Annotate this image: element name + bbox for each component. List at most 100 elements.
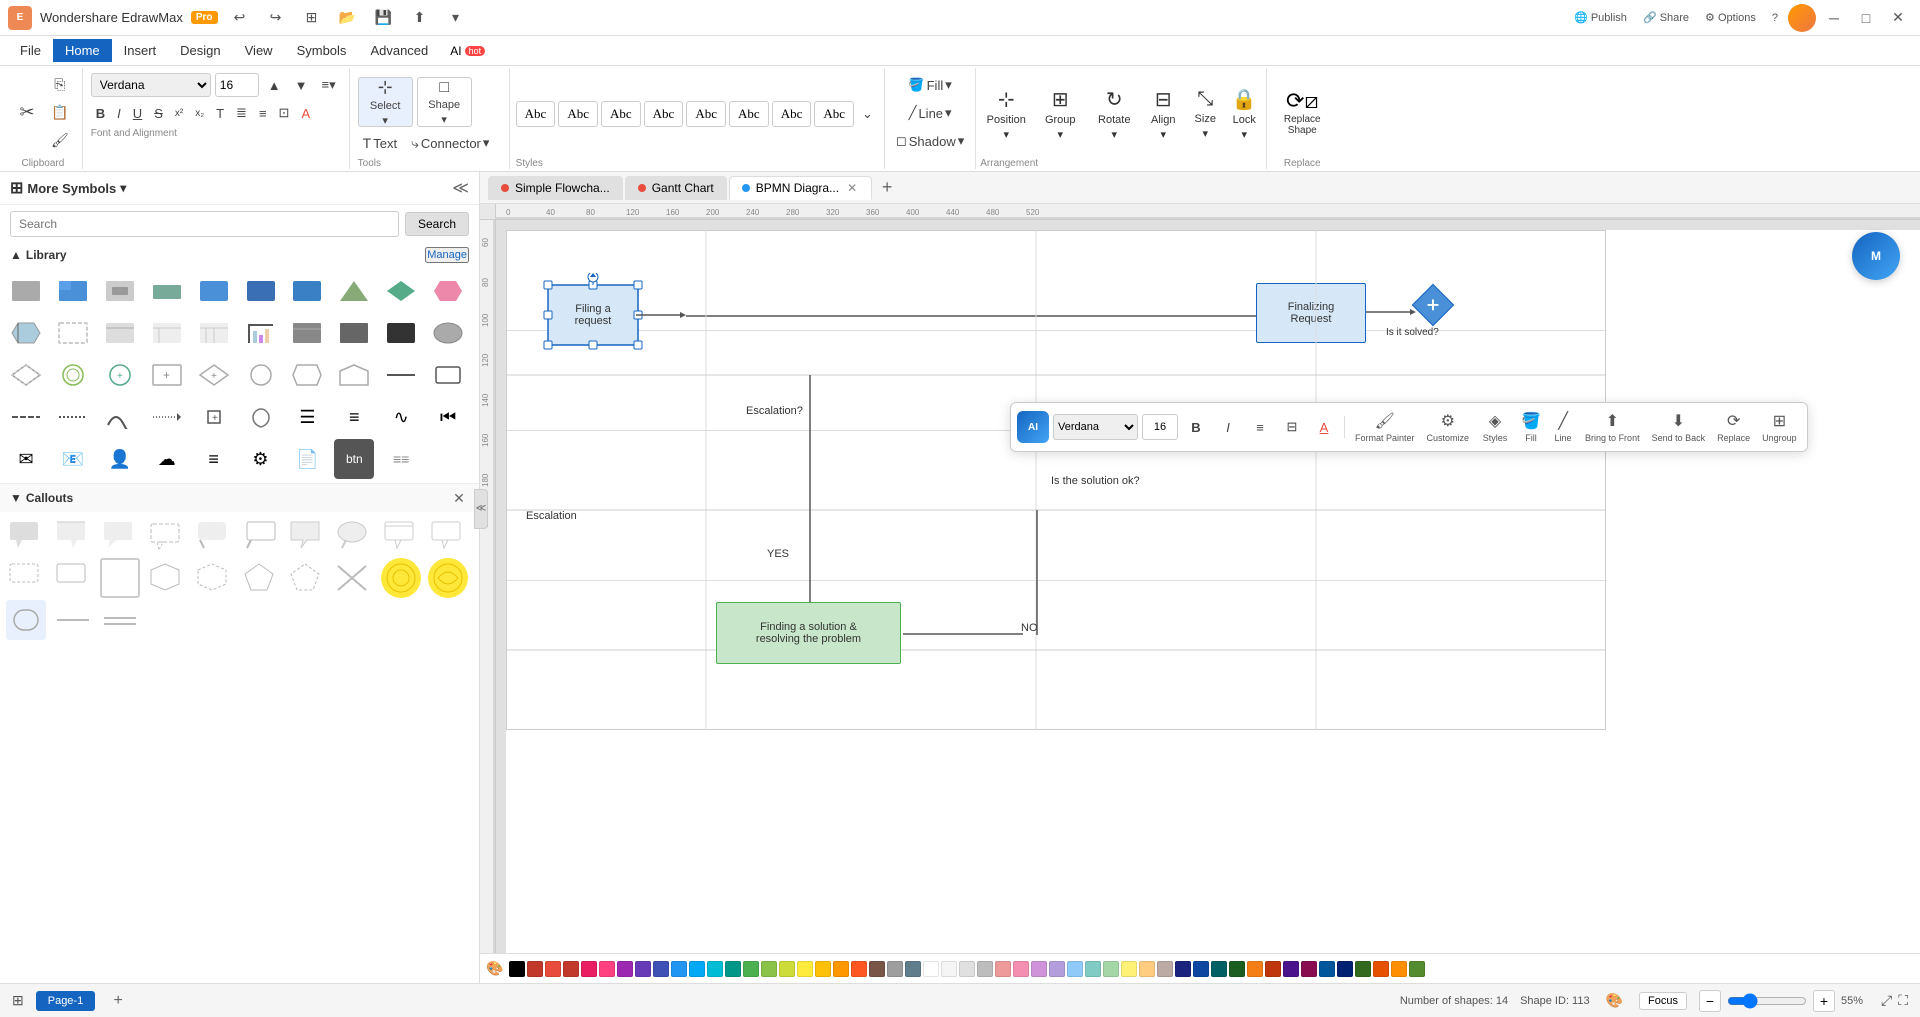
font-size-input[interactable]: [215, 73, 259, 97]
subscript-btn[interactable]: x₂: [190, 100, 209, 126]
symbol-grid-item[interactable]: [381, 355, 421, 395]
color-swatch-gray3[interactable]: [977, 961, 993, 977]
paste-btn[interactable]: 📋: [46, 99, 74, 125]
tab-add-btn[interactable]: +: [874, 175, 900, 201]
maximize-btn[interactable]: □: [1852, 6, 1880, 30]
symbol-grid-item[interactable]: ✉: [6, 439, 46, 479]
color-swatch-darkpurple[interactable]: [1283, 961, 1299, 977]
color-swatch-purple2[interactable]: [635, 961, 651, 977]
symbol-grid-item[interactable]: [147, 313, 187, 353]
callouts-close-btn[interactable]: ✕: [449, 488, 469, 508]
ft-font-size[interactable]: [1142, 414, 1178, 440]
bold-btn[interactable]: B: [91, 100, 110, 126]
superscript-btn[interactable]: x²: [170, 100, 188, 126]
ft-line-btn[interactable]: ╱ Line: [1549, 409, 1577, 445]
color-swatch-gray2[interactable]: [959, 961, 975, 977]
symbol-grid-item[interactable]: 📧: [53, 439, 93, 479]
color-swatch-light-blue[interactable]: [1067, 961, 1083, 977]
symbol-grid-item[interactable]: [100, 313, 140, 353]
ft-replace-btn[interactable]: ⟳ Replace: [1713, 409, 1754, 445]
color-swatch-blue2[interactable]: [689, 961, 705, 977]
symbol-grid-item[interactable]: [147, 271, 187, 311]
minimize-btn[interactable]: ─: [1820, 6, 1848, 30]
menu-symbols[interactable]: Symbols: [285, 39, 359, 62]
color-swatch-blue-gray[interactable]: [905, 961, 921, 977]
font-family-select[interactable]: Verdana: [91, 73, 211, 97]
callout-item[interactable]: [428, 516, 468, 556]
callout-item[interactable]: [334, 516, 374, 556]
symbol-grid-item[interactable]: +: [100, 355, 140, 395]
color-swatch-yellow[interactable]: [797, 961, 813, 977]
color-swatch-light-brown[interactable]: [1157, 961, 1173, 977]
redo-btn[interactable]: ↪: [262, 6, 290, 30]
list-btn[interactable]: ≣: [231, 100, 252, 126]
symbol-grid-item[interactable]: [147, 397, 187, 437]
symbol-grid-item[interactable]: [381, 271, 421, 311]
indent-btn[interactable]: ⊡: [274, 100, 295, 126]
undo-btn[interactable]: ↩: [226, 6, 254, 30]
abc-style-2[interactable]: Abc: [558, 101, 598, 127]
select-tool-btn[interactable]: ⊹ Select▾: [358, 77, 413, 127]
size-btn[interactable]: ⤡ Size▾: [1186, 88, 1224, 140]
abc-style-7[interactable]: Abc: [772, 101, 812, 127]
symbol-grid-item[interactable]: ≡: [334, 397, 374, 437]
color-swatch-darkpink[interactable]: [1301, 961, 1317, 977]
more-btn[interactable]: ▾: [442, 6, 470, 30]
ft-italic-btn[interactable]: I: [1214, 413, 1242, 441]
symbol-grid-item[interactable]: [100, 271, 140, 311]
color-swatch-darkblue2[interactable]: [1193, 961, 1209, 977]
tab-close-btn[interactable]: ✕: [845, 181, 859, 195]
callout-item[interactable]: [147, 558, 187, 598]
color-btn[interactable]: A: [296, 100, 315, 126]
ft-fill-btn[interactable]: 🪣 Fill: [1517, 409, 1545, 445]
callout-item[interactable]: [287, 558, 327, 598]
menu-ai[interactable]: AI hot: [440, 40, 495, 62]
color-swatch-black[interactable]: [509, 961, 525, 977]
abc-style-6[interactable]: Abc: [729, 101, 769, 127]
menu-design[interactable]: Design: [168, 39, 232, 62]
position-btn[interactable]: ⊹ Position▾: [980, 88, 1032, 140]
options-btn[interactable]: ⚙ Options: [1699, 9, 1762, 26]
abc-style-1[interactable]: Abc: [516, 101, 556, 127]
color-swatch-darkblue[interactable]: [1175, 961, 1191, 977]
page-tab-1[interactable]: Page-1: [36, 991, 95, 1011]
ft-bold-btn[interactable]: B: [1182, 413, 1210, 441]
text-style-btn[interactable]: T: [211, 100, 229, 126]
search-button[interactable]: Search: [405, 212, 469, 236]
format-paint-btn[interactable]: 🖌: [46, 127, 74, 153]
page-layout-btn[interactable]: ⊞: [12, 992, 24, 1009]
color-swatch-brown[interactable]: [869, 961, 885, 977]
callout-item[interactable]: [381, 516, 421, 556]
menu-insert[interactable]: Insert: [112, 39, 169, 62]
search-input[interactable]: [10, 211, 399, 237]
ft-align-btn[interactable]: ≡: [1246, 413, 1274, 441]
format-painter-btn[interactable]: 🖌 Format Painter: [1351, 409, 1419, 445]
callout-item[interactable]: [6, 558, 46, 598]
symbol-grid-item[interactable]: [6, 271, 46, 311]
symbol-grid-item[interactable]: [334, 313, 374, 353]
styles-more-btn[interactable]: ⌄: [857, 101, 878, 127]
symbol-grid-item[interactable]: [6, 313, 46, 353]
page-add-btn[interactable]: +: [107, 990, 129, 1012]
color-swatch-red1[interactable]: [545, 961, 561, 977]
color-swatch-light-gray[interactable]: [941, 961, 957, 977]
avatar[interactable]: [1788, 4, 1816, 32]
symbol-grid-item[interactable]: [194, 313, 234, 353]
color-view-btn[interactable]: 🎨: [1602, 992, 1627, 1009]
menu-view[interactable]: View: [233, 39, 285, 62]
fit-btn[interactable]: ⤢: [1881, 992, 1892, 1009]
symbol-grid-item[interactable]: ≡≡: [381, 439, 421, 479]
callout-item[interactable]: [194, 516, 234, 556]
callout-item[interactable]: [53, 558, 93, 598]
symbol-grid-item[interactable]: [194, 271, 234, 311]
symbol-grid-item[interactable]: [241, 397, 281, 437]
text-tool-btn[interactable]: T Text: [358, 132, 402, 154]
color-swatch-darkyellow[interactable]: [1247, 961, 1263, 977]
connector-tool-btn[interactable]: ⤷ Connector▾: [406, 132, 494, 154]
symbol-grid-item[interactable]: +: [194, 397, 234, 437]
callout-item[interactable]: [241, 516, 281, 556]
ft-ungroup-btn[interactable]: ⊞ Ungroup: [1758, 409, 1801, 445]
color-swatch-darkorange[interactable]: [1265, 961, 1281, 977]
color-swatch-navy[interactable]: [1319, 961, 1335, 977]
color-swatch-light-teal[interactable]: [1085, 961, 1101, 977]
